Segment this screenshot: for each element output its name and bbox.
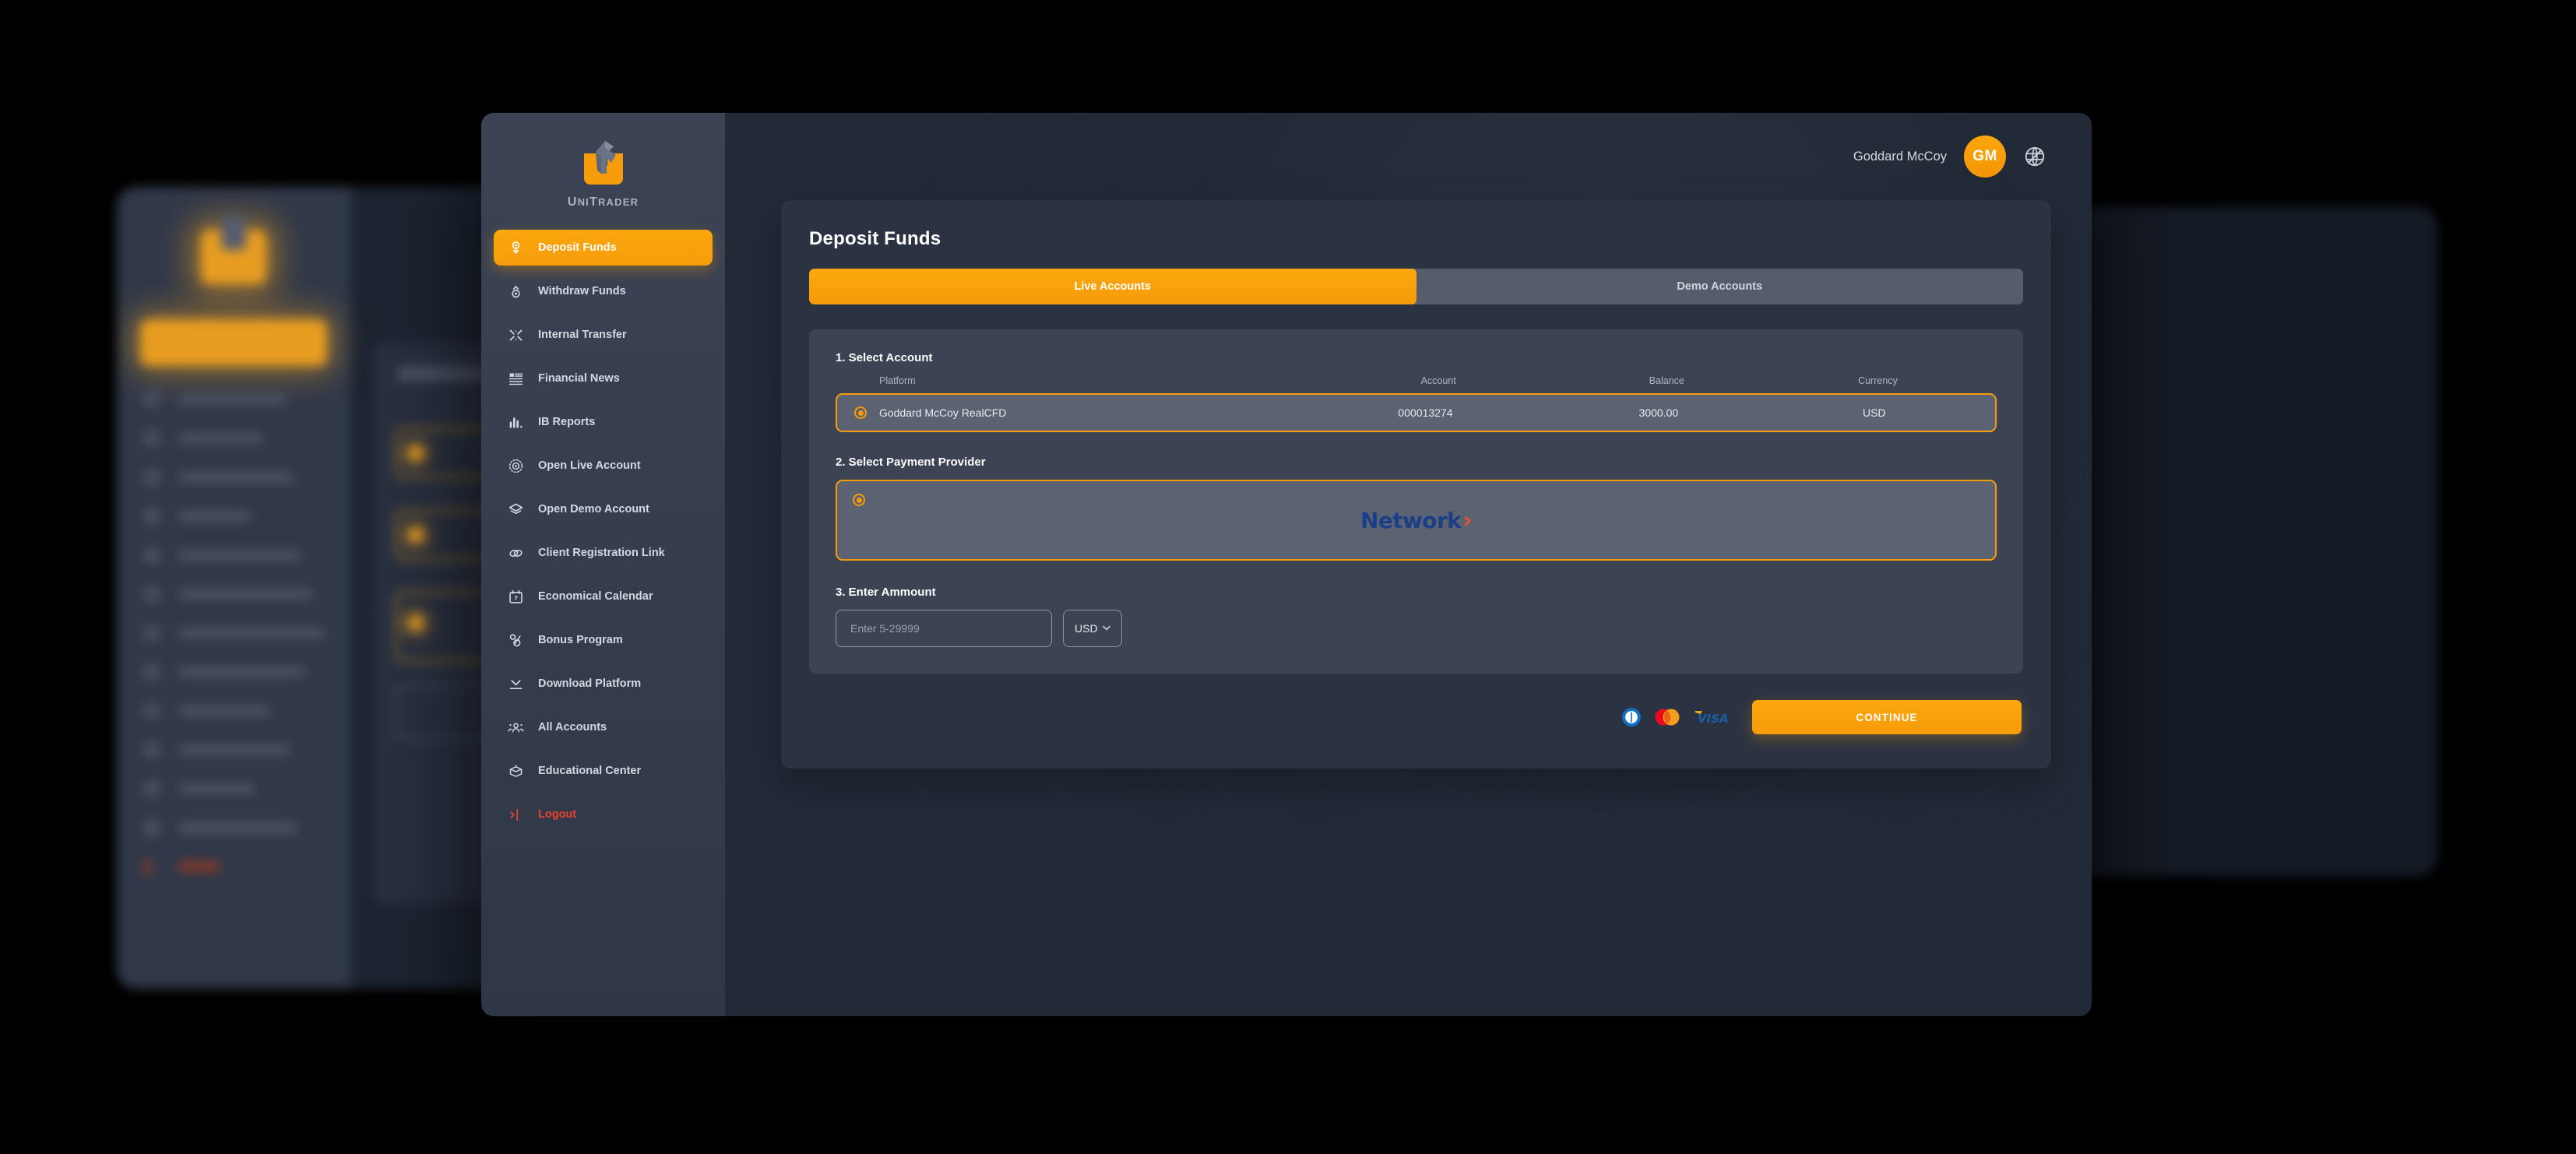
sidebar-item-label: Financial News: [538, 372, 620, 385]
sidebar-item-economical-calendar[interactable]: 7 Economical Calendar: [494, 579, 713, 614]
account-radio-button[interactable]: [854, 406, 867, 419]
financial-news-icon: [508, 371, 524, 387]
unitrader-logo-icon: [573, 139, 634, 188]
column-header-balance: Balance: [1649, 375, 1684, 386]
table-row[interactable]: Goddard McCoy RealCFD 000013274 3000.00 …: [836, 393, 1997, 432]
sidebar: UNITRADER Deposit Funds Withdraw Funds I…: [481, 113, 725, 1016]
brand-name: UNITRADER: [567, 195, 639, 209]
sidebar-item-label: Educational Center: [538, 765, 642, 777]
column-header-account: Account: [1420, 375, 1456, 386]
sidebar-item-label: Client Registration Link: [538, 547, 665, 559]
all-accounts-icon: [508, 719, 524, 736]
sidebar-item-client-registration-link[interactable]: Client Registration Link: [494, 535, 713, 571]
card-footer: VISA CONTINUE: [809, 700, 2023, 734]
open-live-account-icon: [508, 458, 524, 474]
sidebar-item-financial-news[interactable]: Financial News: [494, 361, 713, 396]
application-window: UNITRADER Deposit Funds Withdraw Funds I…: [481, 113, 2092, 1016]
sidebar-item-withdraw-funds[interactable]: Withdraw Funds: [494, 273, 713, 309]
tab-live-accounts[interactable]: Live Accounts: [809, 269, 1416, 304]
deposit-card: Deposit Funds Live Accounts Demo Account…: [781, 200, 2051, 769]
educational-center-icon: [508, 763, 524, 779]
svg-text:VISA: VISA: [1698, 712, 1729, 726]
sidebar-item-label: Withdraw Funds: [538, 285, 626, 297]
sidebar-item-label: Economical Calendar: [538, 590, 653, 603]
continue-button[interactable]: CONTINUE: [1752, 700, 2022, 734]
network-chevron-icon: ›: [1462, 506, 1472, 534]
currency-value: USD: [1075, 622, 1098, 635]
sidebar-item-label: IB Reports: [538, 416, 596, 428]
brand-logo[interactable]: UNITRADER: [481, 139, 725, 230]
sidebar-item-label: Open Live Account: [538, 459, 641, 472]
column-header-platform: Platform: [879, 375, 916, 386]
bonus-program-icon: [508, 632, 524, 649]
currency-select[interactable]: USD: [1063, 610, 1122, 647]
account-table-header: Platform Account Balance Currency: [836, 375, 1997, 386]
sidebar-item-bonus-program[interactable]: Bonus Program: [494, 622, 713, 658]
sidebar-item-label: Deposit Funds: [538, 241, 617, 254]
avatar[interactable]: GM: [1964, 135, 2006, 178]
diners-club-icon: [1621, 707, 1642, 727]
deposit-funds-icon: [508, 240, 524, 256]
sidebar-item-label: Bonus Program: [538, 634, 623, 646]
mastercard-icon: [1652, 707, 1683, 727]
user-name: Goddard McCoy: [1853, 149, 1947, 164]
tab-demo-accounts[interactable]: Demo Accounts: [1416, 269, 2024, 304]
network-logo-text: Network: [1360, 507, 1462, 533]
account-platform: Goddard McCoy RealCFD: [879, 406, 1007, 419]
sidebar-item-open-live-account[interactable]: Open Live Account: [494, 448, 713, 484]
amount-input[interactable]: [836, 610, 1052, 647]
sidebar-item-deposit-funds[interactable]: Deposit Funds: [494, 230, 713, 266]
account-balance: 3000.00: [1638, 406, 1679, 419]
svg-text:7: 7: [514, 595, 518, 601]
sidebar-item-label: Internal Transfer: [538, 329, 627, 341]
sidebar-item-ib-reports[interactable]: IB Reports: [494, 404, 713, 440]
sidebar-item-logout[interactable]: Logout: [494, 797, 713, 832]
topbar: Goddard McCoy GM: [725, 113, 2092, 200]
sidebar-item-educational-center[interactable]: Educational Center: [494, 753, 713, 789]
step-3-label: 3. Enter Ammount: [836, 586, 936, 599]
logout-icon: [508, 807, 524, 823]
account-type-tabs: Live Accounts Demo Accounts: [809, 269, 2023, 304]
chevron-down-icon: [1102, 624, 1110, 633]
sidebar-item-download-platform[interactable]: Download Platform: [494, 666, 713, 702]
sidebar-item-open-demo-account[interactable]: Open Demo Account: [494, 491, 713, 527]
sidebar-item-label: All Accounts: [538, 721, 607, 734]
network-logo: Network ›: [1360, 506, 1473, 534]
provider-radio-button[interactable]: [853, 494, 865, 506]
accepted-cards: VISA: [1621, 707, 1732, 727]
internal-transfer-icon: [508, 327, 524, 343]
account-currency: USD: [1862, 406, 1886, 419]
sidebar-item-all-accounts[interactable]: All Accounts: [494, 709, 713, 745]
amount-row: USD: [836, 610, 1997, 647]
download-platform-icon: [508, 676, 524, 692]
withdraw-funds-icon: [508, 283, 524, 300]
sidebar-item-internal-transfer[interactable]: Internal Transfer: [494, 317, 713, 353]
sidebar-item-label: Open Demo Account: [538, 503, 649, 515]
open-demo-account-icon: [508, 501, 524, 518]
step-1-label: 1. Select Account: [836, 351, 933, 364]
page-title: Deposit Funds: [809, 228, 941, 249]
deposit-steps-panel: 1. Select Account Platform Account Balan…: [809, 329, 2023, 674]
main-content: Goddard McCoy GM Deposit Funds Live Acco…: [725, 113, 2092, 1016]
ib-reports-icon: [508, 414, 524, 431]
sidebar-item-label: Logout: [538, 808, 577, 821]
payment-provider-option[interactable]: Network ›: [836, 480, 1997, 561]
economical-calendar-icon: 7: [508, 589, 524, 605]
deposit-funds-page: Deposit Funds Live Accounts Demo Account…: [781, 200, 2051, 769]
client-registration-link-icon: [508, 545, 524, 561]
step-2-label: 2. Select Payment Provider: [836, 456, 986, 469]
column-header-currency: Currency: [1858, 375, 1898, 386]
visa-icon: VISA: [1693, 709, 1732, 726]
account-number: 000013274: [1398, 406, 1453, 419]
sidebar-nav: Deposit Funds Withdraw Funds Internal Tr…: [481, 230, 725, 832]
sidebar-item-label: Download Platform: [538, 677, 642, 690]
globe-icon[interactable]: [2023, 145, 2046, 168]
